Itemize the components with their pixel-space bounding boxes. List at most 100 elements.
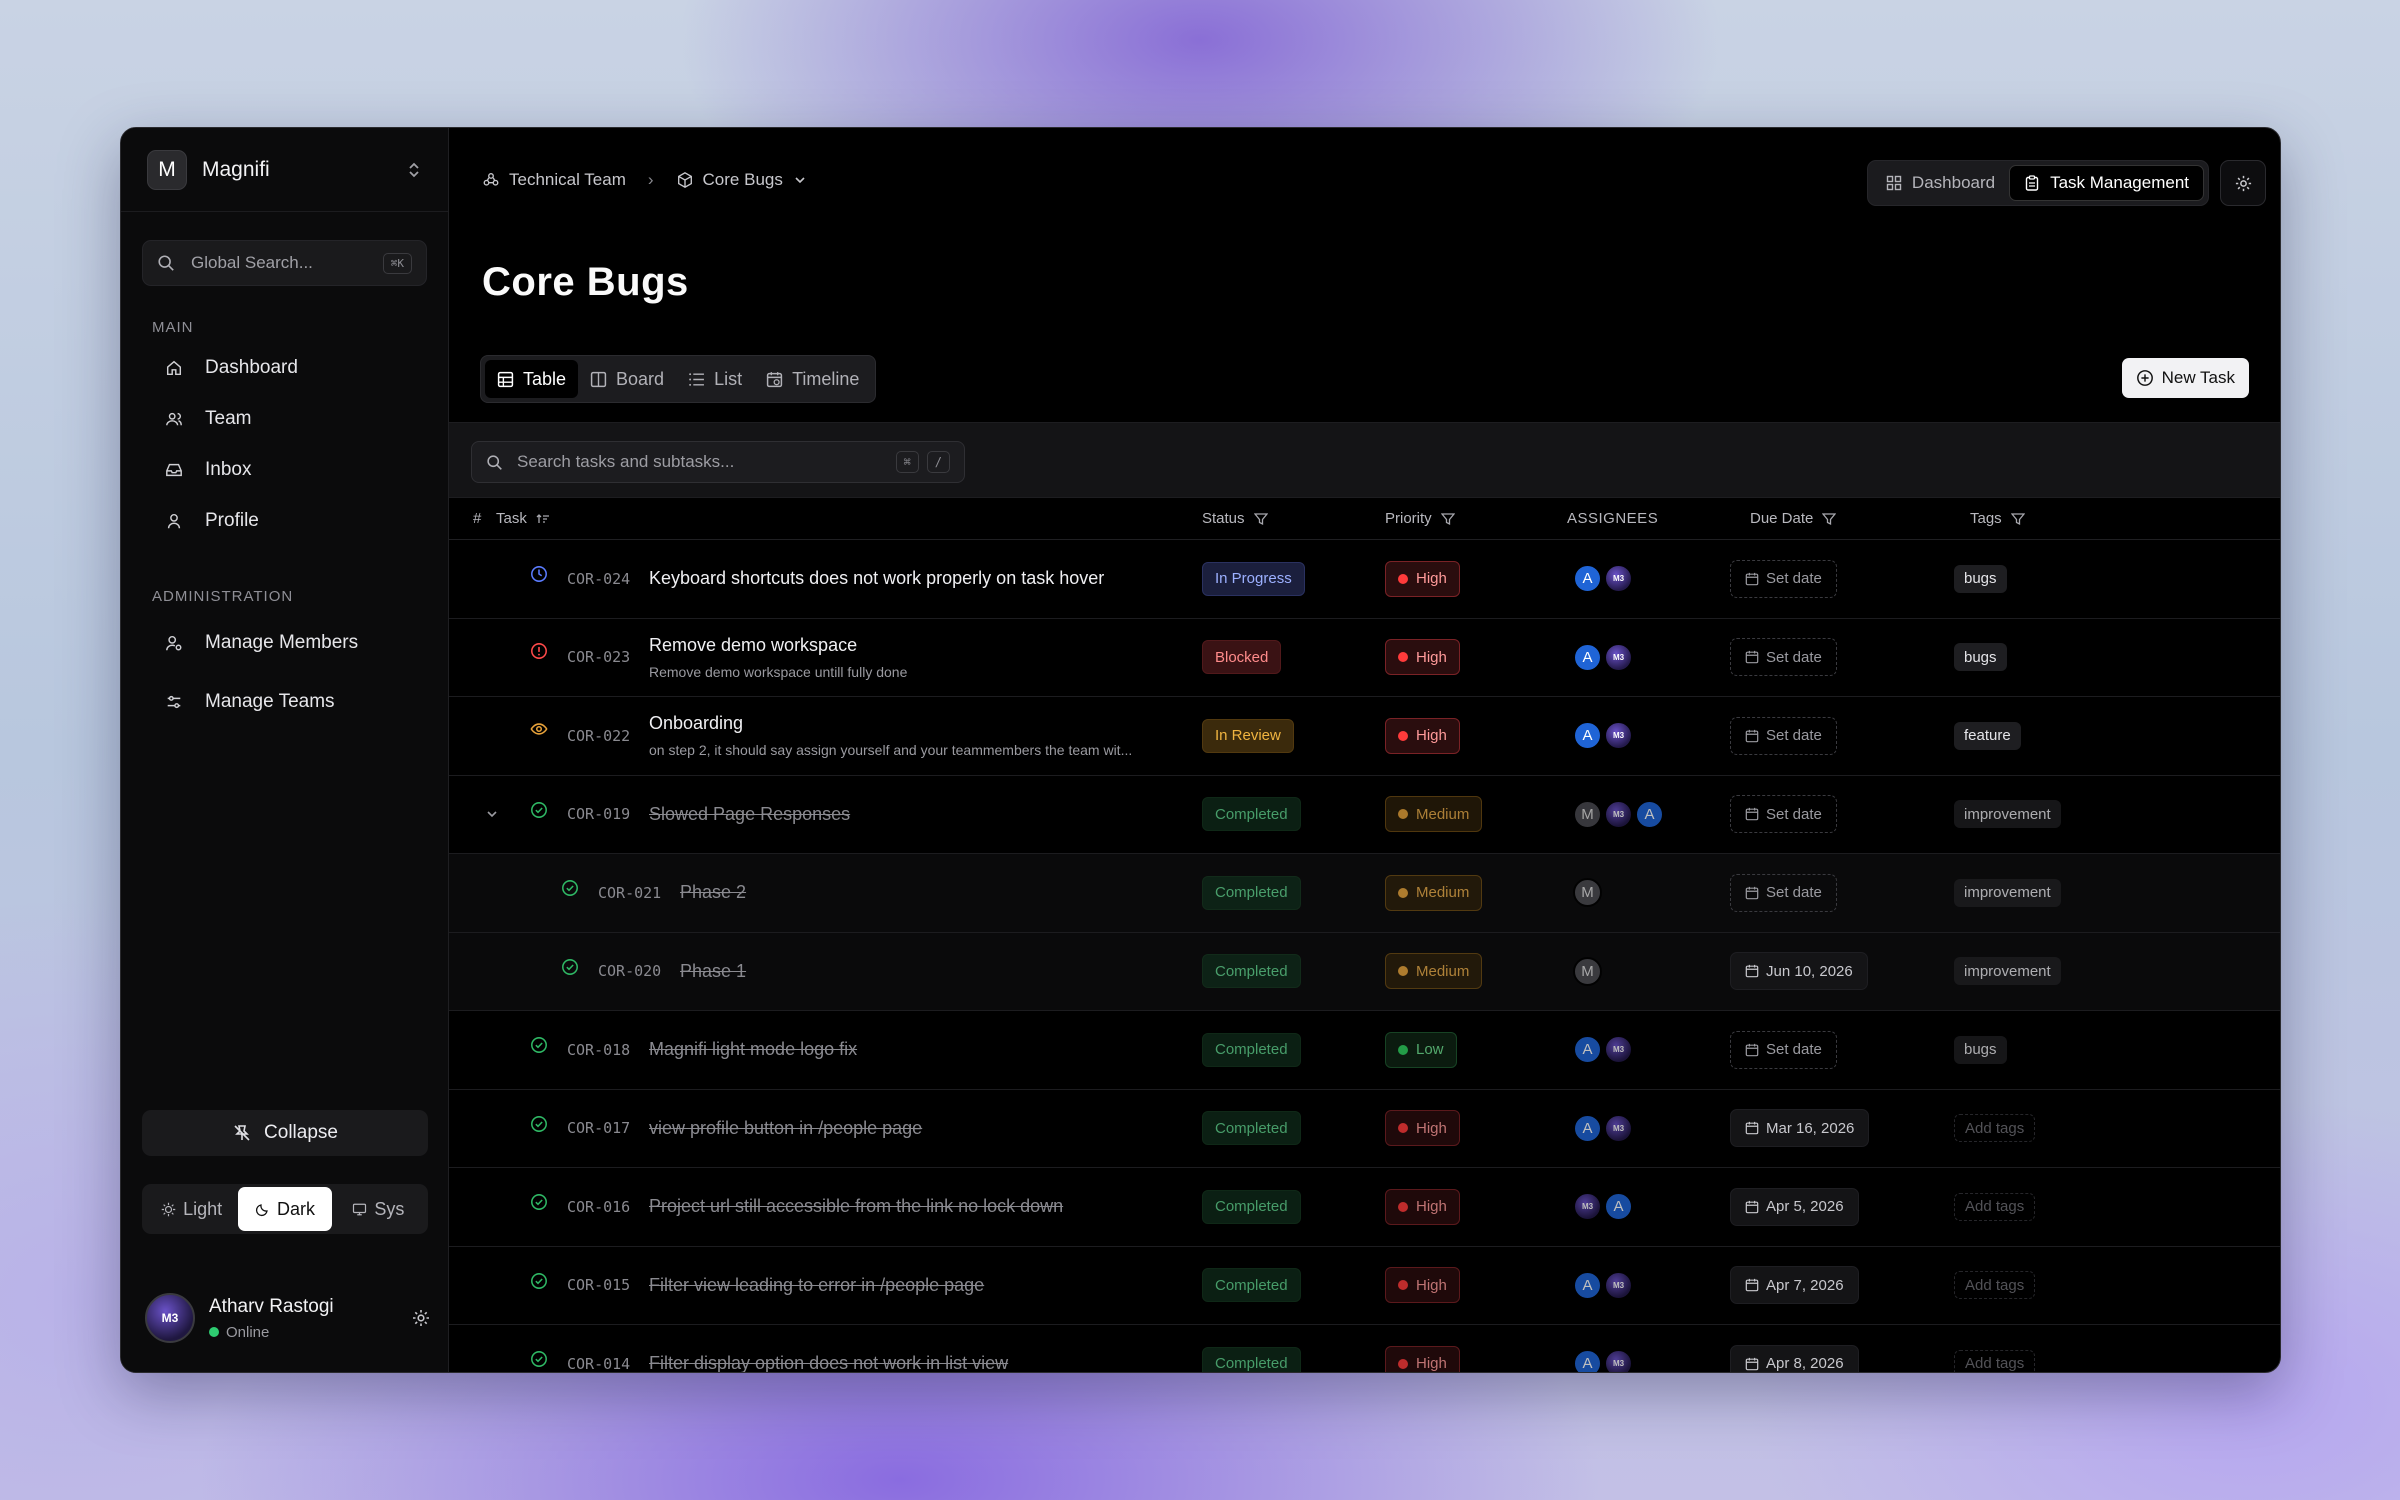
task-title-cell[interactable]: view profile button in /people page xyxy=(649,1090,922,1168)
status-badge[interactable]: Completed xyxy=(1202,1346,1301,1372)
avatar[interactable]: M3 xyxy=(1604,1113,1633,1143)
task-title-cell[interactable]: Phase 2 xyxy=(680,854,746,932)
due-date-button[interactable]: Set date xyxy=(1730,873,1837,912)
avatar[interactable]: M3 xyxy=(1604,1035,1633,1065)
status-badge[interactable]: Completed xyxy=(1202,954,1301,989)
task-title[interactable]: view profile button in /people page xyxy=(649,1118,922,1139)
table-row[interactable]: COR-023 Remove demo workspace Remove demo … xyxy=(449,619,2280,697)
task-title[interactable]: Phase 1 xyxy=(680,961,746,982)
avatar[interactable]: M3 xyxy=(1604,642,1633,672)
task-title[interactable]: Keyboard shortcuts does not work properl… xyxy=(649,568,1104,589)
task-title[interactable]: Phase 2 xyxy=(680,882,746,903)
avatar[interactable]: M3 xyxy=(1604,1270,1633,1300)
avatar[interactable]: A xyxy=(1573,1035,1602,1065)
theme-dark-button[interactable]: Dark xyxy=(238,1187,332,1231)
tag-chip[interactable]: improvement xyxy=(1954,800,2061,829)
priority-badge[interactable]: High xyxy=(1385,717,1460,754)
status-badge[interactable]: Completed xyxy=(1202,875,1301,910)
priority-badge[interactable]: Medium xyxy=(1385,874,1483,911)
status-badge[interactable]: Completed xyxy=(1202,1032,1301,1067)
priority-badge[interactable]: Low xyxy=(1385,1031,1457,1068)
tab-list[interactable]: List xyxy=(676,360,754,398)
due-date-button[interactable]: Set date xyxy=(1730,1030,1837,1069)
dashboard-view-button[interactable]: Dashboard xyxy=(1872,165,2009,201)
breadcrumb-team[interactable]: Technical Team xyxy=(509,170,626,190)
priority-badge[interactable]: High xyxy=(1385,1345,1460,1372)
due-date-button[interactable]: Apr 7, 2026 xyxy=(1730,1266,1859,1305)
sidebar-item-dashboard[interactable]: Dashboard xyxy=(121,342,448,393)
avatar[interactable]: A xyxy=(1573,642,1602,672)
task-title[interactable]: Filter display option does not work in l… xyxy=(649,1353,1008,1372)
avatar[interactable]: A xyxy=(1573,1270,1602,1300)
avatar[interactable]: M3 xyxy=(1604,799,1633,829)
task-search-input[interactable]: Search tasks and subtasks... ⌘ / xyxy=(471,441,965,483)
col-status[interactable]: Status xyxy=(1202,510,1268,527)
add-tags-button[interactable]: Add tags xyxy=(1954,1271,2036,1300)
gear-icon[interactable] xyxy=(411,1308,431,1328)
theme-light-button[interactable]: Light xyxy=(145,1187,238,1231)
avatar[interactable]: M3 xyxy=(1604,1349,1633,1372)
table-row[interactable]: COR-018 Magnifi light mode logo fix Comple… xyxy=(449,1011,2280,1090)
status-badge[interactable]: In Progress xyxy=(1202,561,1305,596)
tag-chip[interactable]: improvement xyxy=(1954,878,2061,907)
col-tags[interactable]: Tags xyxy=(1970,510,2025,527)
table-row[interactable]: COR-016 Project url still accessible from… xyxy=(449,1168,2280,1247)
avatar[interactable]: A xyxy=(1573,1113,1602,1143)
due-date-button[interactable]: Apr 5, 2026 xyxy=(1730,1187,1859,1226)
task-title[interactable]: Slowed Page Responses xyxy=(649,804,850,825)
priority-badge[interactable]: High xyxy=(1385,1267,1460,1304)
task-title-cell[interactable]: Filter display option does not work in l… xyxy=(649,1325,1008,1372)
due-date-button[interactable]: Apr 8, 2026 xyxy=(1730,1344,1859,1372)
tag-chip[interactable]: bugs xyxy=(1954,1035,2007,1064)
sidebar-item-profile[interactable]: Profile xyxy=(121,495,448,546)
avatar[interactable]: M xyxy=(1573,878,1602,908)
tag-chip[interactable]: feature xyxy=(1954,721,2021,750)
avatar[interactable]: M3 xyxy=(1604,564,1633,594)
task-management-view-button[interactable]: Task Management xyxy=(2009,165,2204,201)
settings-button[interactable] xyxy=(2220,160,2266,206)
task-title-cell[interactable]: Onboarding on step 2, it should say assig… xyxy=(649,697,1132,775)
sort-icon[interactable] xyxy=(536,512,550,526)
avatar[interactable]: A xyxy=(1573,1349,1602,1372)
priority-badge[interactable]: Medium xyxy=(1385,953,1483,990)
workspace-switcher[interactable]: M Magnifi xyxy=(121,128,448,212)
avatar[interactable]: A xyxy=(1573,721,1602,751)
tab-timeline[interactable]: Timeline xyxy=(754,360,871,398)
avatar[interactable]: M xyxy=(1573,956,1602,986)
filter-icon[interactable] xyxy=(1253,512,1268,526)
tag-chip[interactable]: bugs xyxy=(1954,564,2007,593)
add-tags-button[interactable]: Add tags xyxy=(1954,1349,2036,1372)
status-badge[interactable]: Blocked xyxy=(1202,640,1282,675)
priority-badge[interactable]: High xyxy=(1385,1110,1460,1147)
status-badge[interactable]: Completed xyxy=(1202,1189,1301,1224)
task-title-cell[interactable]: Slowed Page Responses xyxy=(649,776,850,854)
filter-icon[interactable] xyxy=(2010,512,2025,526)
due-date-button[interactable]: Set date xyxy=(1730,716,1837,755)
table-row[interactable]: COR-019 Slowed Page Responses Completed Med… xyxy=(449,776,2280,854)
task-title-cell[interactable]: Remove demo workspace Remove demo workspa… xyxy=(649,619,907,697)
due-date-button[interactable]: Mar 16, 2026 xyxy=(1730,1109,1870,1148)
breadcrumb-project[interactable]: Core Bugs xyxy=(703,170,783,190)
status-badge[interactable]: Completed xyxy=(1202,797,1301,832)
task-title[interactable]: Filter view leading to error in /people … xyxy=(649,1275,984,1296)
status-badge[interactable]: In Review xyxy=(1202,718,1294,753)
avatar[interactable]: A xyxy=(1604,1192,1633,1222)
table-row[interactable]: COR-024 Keyboard shortcuts does not work … xyxy=(449,540,2280,619)
task-title[interactable]: Magnifi light mode logo fix xyxy=(649,1039,857,1060)
task-title[interactable]: Onboarding xyxy=(649,713,743,734)
sidebar-item-inbox[interactable]: Inbox xyxy=(121,444,448,495)
avatar[interactable]: M3 xyxy=(1604,721,1633,751)
tag-chip[interactable]: bugs xyxy=(1954,643,2007,672)
due-date-button[interactable]: Set date xyxy=(1730,638,1837,677)
task-title-cell[interactable]: Phase 1 xyxy=(680,933,746,1011)
status-badge[interactable]: Completed xyxy=(1202,1268,1301,1303)
tab-table[interactable]: Table xyxy=(485,360,579,398)
chevron-down-icon[interactable] xyxy=(485,807,499,821)
task-title-cell[interactable]: Magnifi light mode logo fix xyxy=(649,1011,857,1089)
due-date-button[interactable]: Set date xyxy=(1730,795,1837,834)
task-title[interactable]: Remove demo workspace xyxy=(649,635,857,656)
tag-chip[interactable]: improvement xyxy=(1954,957,2061,986)
new-task-button[interactable]: New Task xyxy=(2121,358,2249,398)
avatar[interactable]: A xyxy=(1573,564,1602,594)
add-tags-button[interactable]: Add tags xyxy=(1954,1192,2036,1221)
